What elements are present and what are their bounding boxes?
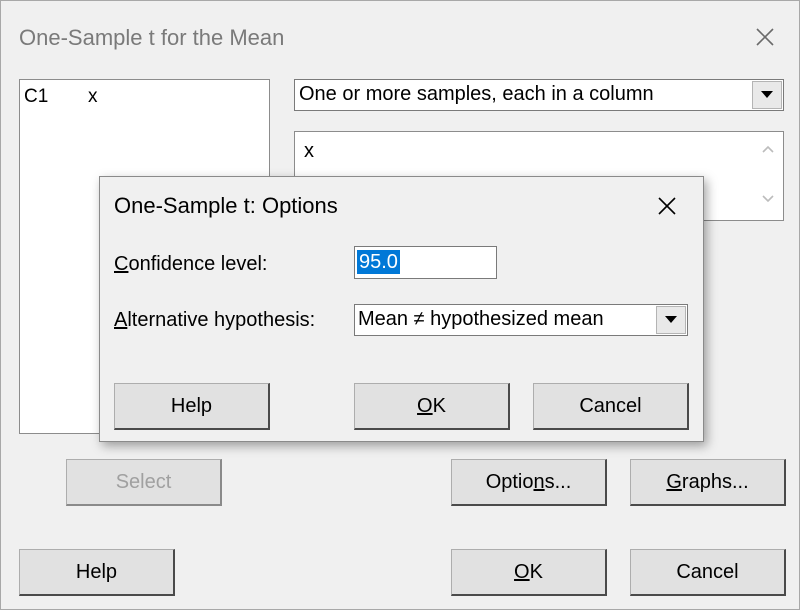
confidence-level-input[interactable]: 95.0 xyxy=(354,246,497,279)
select-button[interactable]: Select xyxy=(66,459,222,506)
options-label-end: s... xyxy=(544,471,572,493)
graphs-label-mnemonic: G xyxy=(666,471,682,493)
ok-button[interactable]: OK xyxy=(451,549,607,596)
help-button[interactable]: Help xyxy=(19,549,175,596)
ok-label-end: K xyxy=(529,561,543,583)
alternative-label-end: lternative hypothesis: xyxy=(127,309,316,331)
alternative-label-mnemonic: A xyxy=(114,309,128,331)
variable-column-id: C1 xyxy=(24,86,49,107)
options-ok-button[interactable]: OK xyxy=(354,383,510,430)
confidence-level-label: Confidence level: xyxy=(114,253,267,276)
options-help-button[interactable]: Help xyxy=(114,383,270,430)
options-ok-label-mnemonic: O xyxy=(417,395,433,417)
confidence-label-mnemonic: C xyxy=(114,253,129,275)
ok-label-mnemonic: O xyxy=(514,561,530,583)
graphs-button[interactable]: Graphs... xyxy=(630,459,786,506)
scroll-down-icon[interactable] xyxy=(761,194,775,204)
alternative-hypothesis-dropdown-button[interactable] xyxy=(656,306,686,334)
variable-list-item[interactable]: C1 x xyxy=(24,86,98,108)
sample-mode-dropdown-button[interactable] xyxy=(752,81,782,109)
options-label-mnemonic: n xyxy=(533,471,545,493)
options-button[interactable]: Options... xyxy=(451,459,607,506)
cancel-button[interactable]: Cancel xyxy=(630,549,786,596)
options-cancel-button[interactable]: Cancel xyxy=(533,383,689,430)
samples-input-value: x xyxy=(304,140,314,162)
alternative-hypothesis-label: Alternative hypothesis: xyxy=(114,309,315,332)
triangle-down-icon xyxy=(761,91,773,98)
sample-mode-value: One or more samples, each in a column xyxy=(299,83,654,105)
triangle-down-icon xyxy=(665,316,677,323)
options-dialog: One-Sample t: Options Confidence level: … xyxy=(99,176,704,442)
main-close-button[interactable] xyxy=(749,21,781,53)
close-icon xyxy=(756,28,774,46)
alternative-hypothesis-value: Mean ≠ hypothesized mean xyxy=(358,308,604,330)
options-label-start: Optio xyxy=(485,471,534,493)
confidence-level-value: 95.0 xyxy=(357,250,400,274)
confidence-label-end: onfidence level: xyxy=(128,253,268,275)
close-icon xyxy=(658,197,676,215)
variable-column-name: x xyxy=(88,86,98,107)
scroll-up-icon[interactable] xyxy=(761,144,775,154)
options-dialog-title: One-Sample t: Options xyxy=(114,193,338,218)
sample-mode-select[interactable]: One or more samples, each in a column xyxy=(294,79,784,111)
graphs-label-end: raphs... xyxy=(681,471,749,493)
options-ok-label-end: K xyxy=(432,395,446,417)
alternative-hypothesis-select[interactable]: Mean ≠ hypothesized mean xyxy=(354,304,688,336)
main-dialog-title: One-Sample t for the Mean xyxy=(19,25,285,50)
options-close-button[interactable] xyxy=(651,190,683,222)
